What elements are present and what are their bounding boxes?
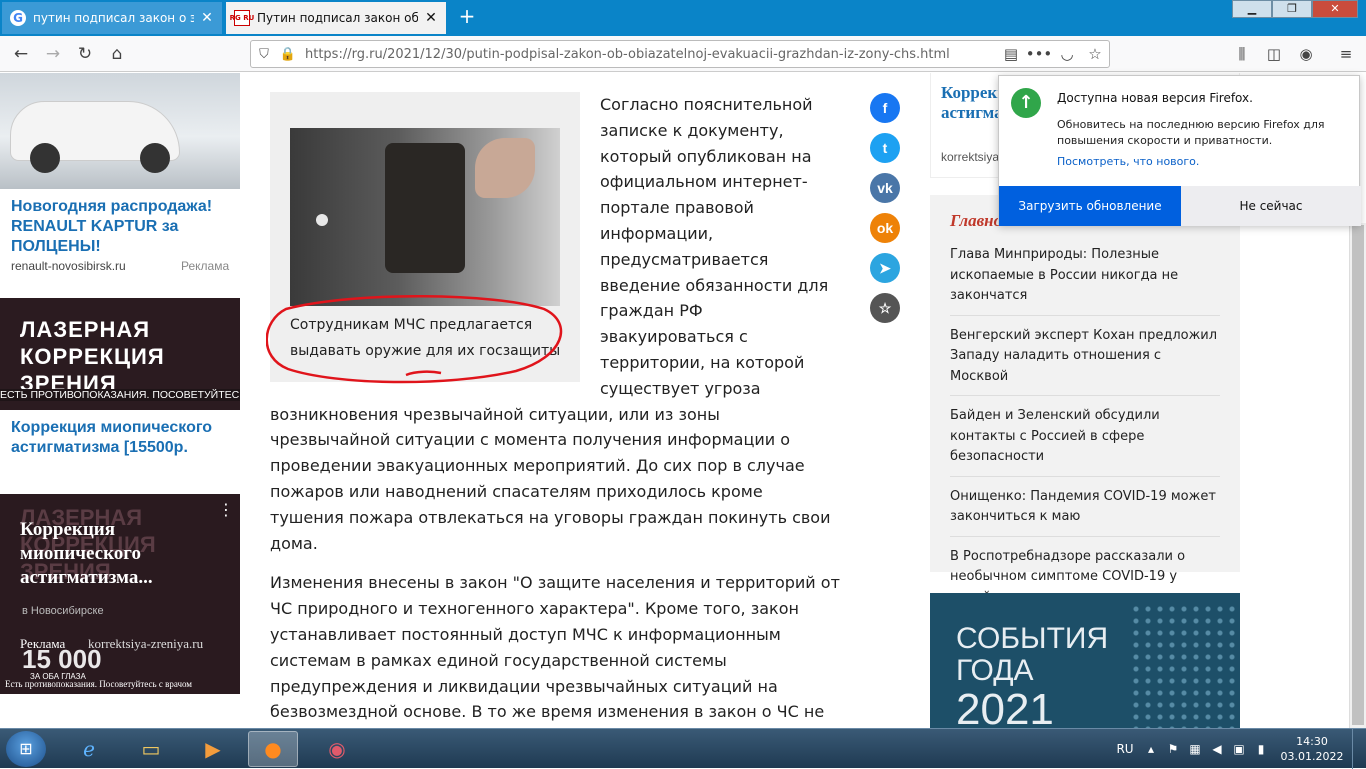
reader-view-icon[interactable]: ▤ [997, 45, 1025, 63]
telegram-share-icon[interactable]: ➤ [870, 253, 900, 283]
tab-title: путин подписал закон о эвакуации [33, 11, 194, 25]
language-indicator[interactable]: RU [1110, 742, 1140, 756]
news-item[interactable]: Венгерский эксперт Кохан предложил Запад… [950, 326, 1220, 396]
not-now-button[interactable]: Не сейчас [1181, 186, 1361, 226]
url-path: /2021/12/30/putin-podpisal-zakon-ob-obia… [382, 46, 950, 62]
sidebar-icon[interactable]: ◫ [1260, 42, 1288, 66]
clock[interactable]: 14:30 03.01.2022 [1272, 734, 1352, 764]
url-domain: https://rg.ru [305, 46, 383, 62]
download-update-button[interactable]: Загрузить обновление [999, 186, 1181, 226]
vision-ad-title[interactable]: Коррекция миопического астигматизма... [20, 518, 220, 590]
window-controls: ▁ ❐ ✕ [1232, 0, 1358, 20]
pocket-icon[interactable]: ◡ [1053, 45, 1081, 63]
facebook-share-icon[interactable]: f [870, 93, 900, 123]
flag-icon[interactable]: ⚑ [1162, 742, 1184, 756]
tab-title: Путин подписал закон об обязательной [257, 11, 418, 25]
shield-icon[interactable]: ⛉ [253, 47, 275, 62]
new-tab-button[interactable]: + [456, 6, 478, 28]
main-today-block: Главное сегодня Глава Минприроды: Полезн… [930, 195, 1240, 605]
device-icon[interactable]: ▣ [1228, 742, 1250, 756]
clock-time: 14:30 [1296, 735, 1328, 748]
account-icon[interactable]: ◉ [1292, 42, 1320, 66]
tab-google-search[interactable]: G путин подписал закон о эвакуации ✕ [2, 2, 222, 34]
news-item[interactable]: Глава Минприроды: Полезные ископаемые в … [950, 245, 1220, 316]
laser-ad-disclaimer: ЕСТЬ ПРОТИВОПОКАЗАНИЯ. ПОСОВЕТУЙТЕСЬ С В… [0, 389, 240, 401]
right-ad-source[interactable]: korrektsiya [941, 150, 999, 164]
system-tray: RU ▴ ⚑ ▦ ◀ ▣ ▮ 14:30 03.01.2022 [1110, 729, 1366, 769]
ad-label: Реклама [181, 259, 230, 273]
vision-ad-city: в Новосибирске [22, 605, 104, 617]
news-item[interactable]: Байден и Зеленский обсудили контакты с Р… [950, 406, 1220, 477]
navigation-toolbar: ← → ↻ ⌂ ⛉ 🔒 https://rg.ru/2021/12/30/put… [0, 36, 1366, 72]
clock-date: 03.01.2022 [1280, 750, 1344, 763]
firefox-icon[interactable]: ● [248, 731, 298, 767]
more-options-icon[interactable]: ⋮ [218, 500, 234, 519]
update-body: Обновитесь на последнюю версию Firefox д… [1057, 118, 1325, 147]
odnoklassniki-share-icon[interactable]: ok [870, 213, 900, 243]
events-line2: ГОДА [956, 654, 1034, 687]
vision-ad-disclaimer: Есть противопоказания. Посоветуйтесь с в… [5, 679, 193, 689]
events-line1: СОБЫТИЯ [956, 622, 1109, 655]
library-icon[interactable]: ⫼ [1228, 42, 1256, 66]
tab-rg-article[interactable]: RG RU Путин подписал закон об обязательн… [226, 2, 446, 34]
laser-ad-image[interactable]: ЛАЗЕРНАЯ КОРРЕКЦИЯ ЗРЕНИЯ ЕСТЬ ПРОТИВОПО… [0, 298, 240, 410]
bookmark-star-icon[interactable]: ☆ [1081, 45, 1109, 63]
browser-app-icon[interactable]: ◉ [312, 731, 362, 767]
internet-explorer-icon[interactable]: ℯ [64, 731, 114, 767]
network-icon[interactable]: ▦ [1184, 742, 1206, 756]
vk-share-icon[interactable]: vk [870, 173, 900, 203]
close-window-button[interactable]: ✕ [1312, 0, 1358, 18]
back-icon[interactable]: ← [8, 42, 34, 66]
whats-new-link[interactable]: Посмотреть, что нового. [1057, 155, 1199, 168]
address-bar[interactable]: ⛉ 🔒 https://rg.ru/2021/12/30/putin-podpi… [250, 40, 1110, 68]
minimize-button[interactable]: ▁ [1232, 0, 1272, 18]
media-player-icon[interactable]: ▶ [188, 731, 238, 767]
menu-icon[interactable]: ≡ [1332, 42, 1360, 66]
article-body: Согласно пояснительной записке к докумен… [270, 92, 840, 728]
laser-ad-title[interactable]: Коррекция миопического астигматизма [155… [11, 418, 236, 474]
file-explorer-icon[interactable]: ▭ [126, 731, 176, 767]
google-favicon-icon: G [10, 10, 26, 26]
windows-taskbar: ⊞ ℯ ▭ ▶ ● ◉ RU ▴ ⚑ ▦ ◀ ▣ ▮ 14:30 03.01.20… [0, 728, 1366, 769]
laser-ad-banner-text: ЛАЗЕРНАЯ КОРРЕКЦИЯ ЗРЕНИЯ [20, 317, 165, 396]
page-scrollbar[interactable] [1349, 223, 1366, 728]
social-share-bar: f t vk ok ➤ ☆ [870, 93, 900, 333]
left-ad-column: Новогодняя распродажа! RENAULT KAPTUR за… [0, 73, 240, 728]
show-desktop-button[interactable] [1352, 729, 1366, 769]
url-text[interactable]: https://rg.ru/2021/12/30/putin-podpisal-… [305, 47, 997, 62]
events-year: 2021 [956, 685, 1054, 728]
renault-ad-source[interactable]: renault-novosibirsk.ru [11, 259, 126, 273]
news-item[interactable]: Онищенко: Пандемия COVID-19 может законч… [950, 487, 1220, 537]
update-arrow-icon: ↑ [1011, 88, 1041, 118]
renault-ad-title[interactable]: Новогодняя распродажа! RENAULT KAPTUR за… [11, 197, 236, 257]
twitter-share-icon[interactable]: t [870, 133, 900, 163]
ad-label: Реклама [20, 636, 66, 651]
vision-ad-source[interactable]: korrektsiya-zreniya.ru [88, 636, 203, 652]
page-actions-icon[interactable]: ••• [1025, 45, 1053, 63]
start-button[interactable]: ⊞ [6, 731, 46, 767]
update-title: Доступна новая версия Firefox. [1057, 91, 1253, 105]
bookmark-star-icon[interactable]: ☆ [870, 293, 900, 323]
lock-icon[interactable]: 🔒 [277, 47, 299, 62]
close-tab-icon[interactable]: ✕ [424, 10, 438, 26]
battery-icon[interactable]: ▮ [1250, 742, 1272, 756]
article-paragraph: Изменения внесены в закон "О защите насе… [270, 573, 840, 722]
forward-icon[interactable]: → [40, 42, 66, 66]
show-hidden-icons-icon[interactable]: ▴ [1140, 742, 1162, 756]
vision-ad-card[interactable]: ЛАЗЕРНАЯ КОРРЕКЦИЯ ЗРЕНИЯ ⋮ Коррекция ми… [0, 494, 240, 694]
volume-icon[interactable]: ◀ [1206, 742, 1228, 756]
update-notification: ↑ Доступна новая версия Firefox. Обновит… [998, 75, 1361, 226]
scrollbar-thumb[interactable] [1352, 225, 1364, 725]
close-tab-icon[interactable]: ✕ [200, 10, 214, 26]
maximize-button[interactable]: ❐ [1272, 0, 1312, 18]
renault-ad-image[interactable] [0, 73, 240, 189]
reload-icon[interactable]: ↻ [72, 42, 98, 66]
tab-strip: G путин подписал закон о эвакуации ✕ RG … [0, 0, 1366, 36]
events-of-year-banner[interactable]: СОБЫТИЯ ГОДА 2021 [930, 593, 1240, 728]
home-icon[interactable]: ⌂ [104, 42, 130, 66]
rg-favicon-icon: RG RU [230, 10, 254, 26]
